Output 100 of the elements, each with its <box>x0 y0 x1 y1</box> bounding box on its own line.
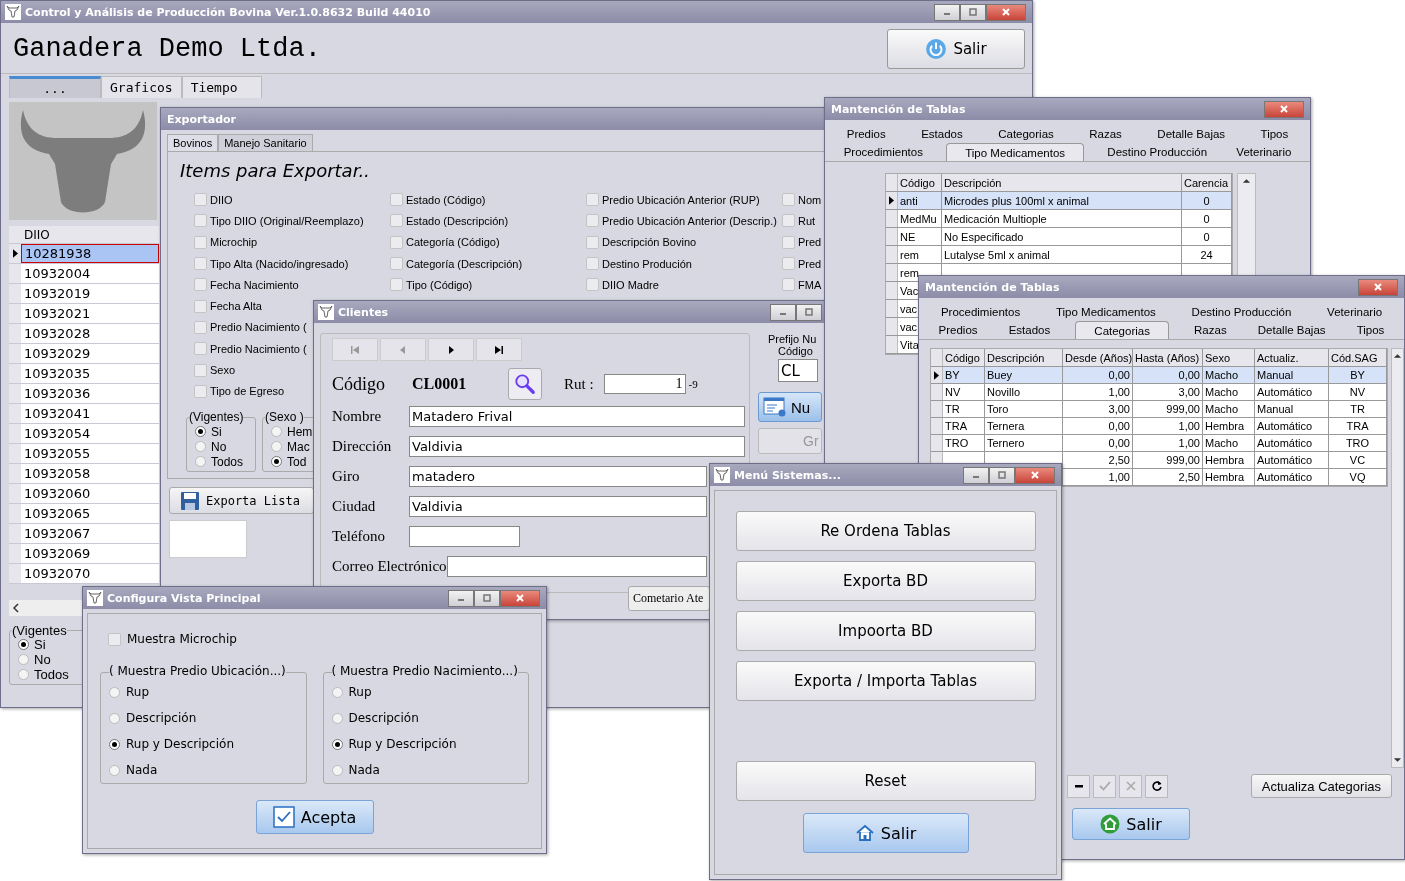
table-cell: rem <box>900 248 919 261</box>
radio-label: No <box>34 652 51 667</box>
window-title: Mantención de Tablas <box>831 102 966 116</box>
radio-label: Rup <box>126 685 150 699</box>
table-cell: 0 <box>1203 230 1210 243</box>
table-cell: MedMu <box>900 212 937 225</box>
radio-label: No <box>211 439 227 454</box>
checkbox-label: Pred <box>798 257 822 270</box>
checkbox-label: Tipo de Egreso <box>210 385 285 398</box>
group-title: ( Muestra Predio Nacimiento...) <box>331 664 518 678</box>
table-cell: BY <box>945 369 960 381</box>
radio-label: Si <box>211 424 222 439</box>
table-cell: NV <box>1349 386 1366 398</box>
table-cell: 0,00 <box>1108 369 1130 381</box>
column-header: Descripción <box>985 349 1063 366</box>
table-cell: Macho <box>1205 403 1239 415</box>
table-cell: Hembra <box>1205 471 1245 483</box>
field-label: Rut : <box>564 375 594 393</box>
table-cell: Novillo <box>987 386 1020 398</box>
client-code: CL0001 <box>412 375 468 393</box>
table-cell: 999,00 <box>1166 454 1200 466</box>
table-cell: VC <box>1349 454 1366 466</box>
checkbox-label: Pred <box>798 236 822 249</box>
window-title: Menú Sistemas... <box>734 468 841 482</box>
column-header: Código <box>943 349 985 366</box>
column-header: Actualiz. <box>1255 349 1329 366</box>
field-label: Nombre <box>332 407 383 425</box>
checkbox-label: Fecha Nacimiento <box>210 278 299 291</box>
table-cell: 0 <box>1203 212 1210 225</box>
column-header: Hasta (Años) <box>1133 349 1203 366</box>
table-cell: vac <box>900 320 918 333</box>
checkbox-label: Predio Ubicación Anterior (RUP) <box>602 193 760 206</box>
table-cell: TR <box>945 403 960 415</box>
checkbox-label: FMA <box>798 278 822 291</box>
field-label: Prefijo Nu <box>767 333 817 345</box>
checkbox-label: Tipo (Código) <box>406 278 473 291</box>
checkbox-label: Destino Produción <box>602 257 692 270</box>
table-cell: 0,00 <box>1178 369 1200 381</box>
table-cell: Manual <box>1257 369 1294 381</box>
table-cell: No Especificado <box>944 230 1024 243</box>
group-title: ( Muestra Predio Ubicación...) <box>109 664 286 678</box>
table-cell: Macho <box>1205 369 1239 381</box>
field-label: Código <box>332 373 386 395</box>
table-cell: 3,00 <box>1178 386 1200 398</box>
checkbox-label: Predio Ubicación Anterior (Descrip.) <box>602 214 777 227</box>
checkbox-label: Sexo <box>210 364 236 376</box>
table-cell: 1,00 <box>1178 437 1200 449</box>
group-title: (Sexo ) <box>265 410 304 424</box>
table-cell: 24 <box>1200 248 1213 261</box>
window-title: Clientes <box>338 305 389 319</box>
radio-label: Hem <box>287 424 313 439</box>
window-title: Control y Análisis de Producción Bovina Ver.1.0.8632 Build 44010 <box>25 5 431 19</box>
radio-label: Mac <box>287 439 310 454</box>
table-cell: Hembra <box>1205 454 1245 466</box>
checkbox-label: Estado (Descripción) <box>406 214 509 227</box>
checkbox-label: Rut <box>798 214 816 227</box>
table-cell: Automático <box>1257 454 1313 466</box>
field-label: Giro <box>332 467 361 485</box>
radio-label: Nada <box>348 763 380 777</box>
checkbox-label: DIIO Madre <box>602 278 659 291</box>
table-cell: TRA <box>1346 420 1369 432</box>
table-cell: 1,00 <box>1108 471 1130 483</box>
table-cell: Microdes plus 100ml x animal <box>944 194 1089 207</box>
table-cell: TRO <box>945 437 969 449</box>
table-cell: Hembra <box>1205 420 1245 432</box>
checkbox-label: Descripción Bovino <box>602 236 697 249</box>
table-cell: Automático <box>1257 420 1313 432</box>
radio-label: Nada <box>126 763 158 777</box>
radio-label: Descripción <box>348 711 419 725</box>
table-cell: rem <box>900 266 919 279</box>
table-cell: VQ <box>1349 471 1366 483</box>
field-label: Correo Electrónico <box>332 557 447 575</box>
field-label: Dirección <box>332 437 393 455</box>
section-heading: Items para Exportar.. <box>179 160 371 181</box>
field-label: Ciudad <box>332 497 377 515</box>
table-cell: Buey <box>987 369 1013 381</box>
checkbox-label: Categoría (Descripción) <box>406 257 523 270</box>
table-cell: Vita <box>900 338 919 351</box>
radio-label: Rup y Descripción <box>126 737 234 751</box>
checkbox-label: Predio Nacimiento ( <box>210 321 307 334</box>
radio-label: Todos <box>34 667 69 682</box>
table-cell: TRO <box>1345 437 1370 449</box>
table-cell: 2,50 <box>1108 454 1130 466</box>
table-cell: Macho <box>1205 386 1239 398</box>
table-cell: 999,00 <box>1166 403 1200 415</box>
table-cell: Medicación Multiople <box>944 212 1047 225</box>
table-cell: Ternera <box>987 420 1025 432</box>
table-cell: 0,00 <box>1108 420 1130 432</box>
window-title: Mantención de Tablas <box>925 280 1060 294</box>
checkbox-label: Fecha Alta <box>210 300 262 313</box>
check-digit: -9 <box>688 378 698 390</box>
checkbox-label: Estado (Código) <box>406 193 486 206</box>
radio-label: Todos <box>211 454 244 469</box>
column-header: Desde (Años) <box>1063 349 1133 366</box>
checkbox-label: Tipo Alta (Nacido/ingresado) <box>210 257 349 270</box>
column-header: Código <box>898 174 942 191</box>
group-title: (Vigentes) <box>189 410 244 424</box>
column-header: DIIO <box>23 227 50 242</box>
checkbox-label: Categoría (Código) <box>406 236 500 249</box>
table-cell: Macho <box>1205 437 1239 449</box>
